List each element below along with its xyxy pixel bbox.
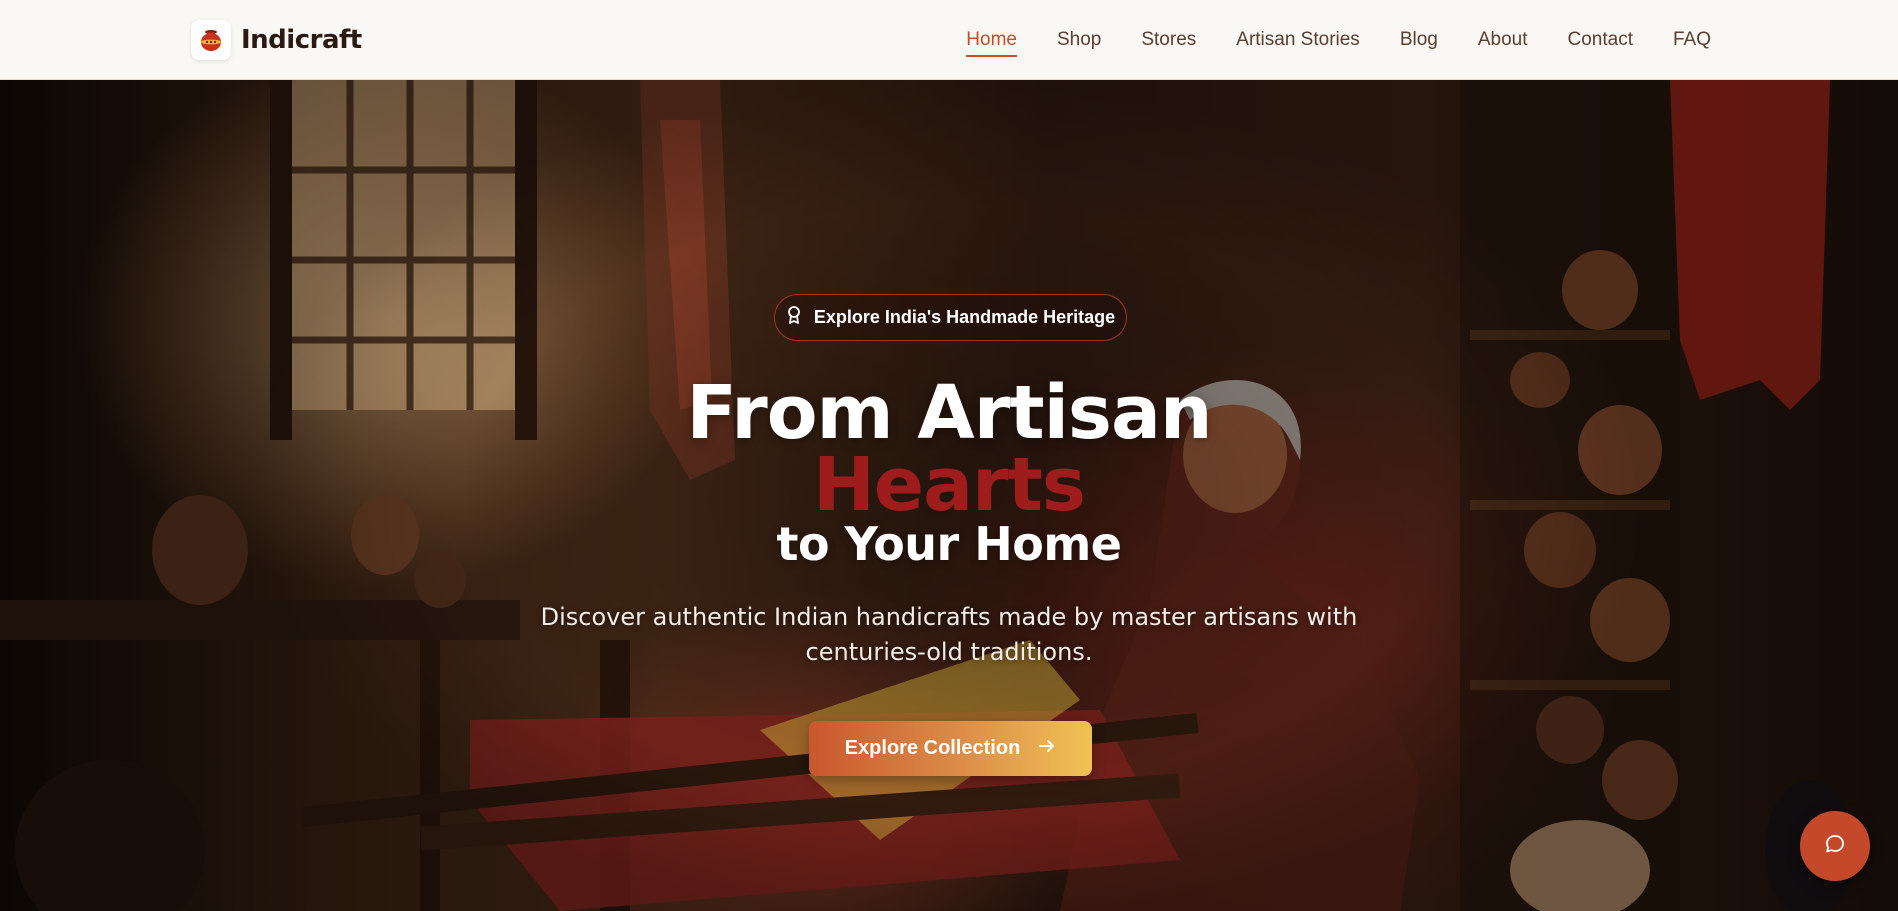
hero-headline-highlight: Hearts [813, 442, 1086, 528]
nav-home[interactable]: Home [966, 23, 1017, 57]
brand-name: Indicraft [241, 25, 362, 55]
hero-section: Explore India's Handmade Heritage From A… [0, 80, 1898, 911]
nav-faq[interactable]: FAQ [1673, 23, 1711, 57]
cta-label: Explore Collection [844, 737, 1021, 759]
heritage-badge: Explore India's Handmade Heritage [774, 294, 1127, 341]
hero-subtitle: Discover authentic Indian handicrafts ma… [540, 603, 1358, 666]
chat-bubble-icon [1824, 833, 1846, 860]
brand-logo[interactable]: Indicraft [191, 20, 362, 60]
chat-button[interactable] [1800, 811, 1870, 881]
nav-contact[interactable]: Contact [1568, 23, 1633, 57]
hero-headline-line3: to Your Home [776, 517, 1122, 571]
navbar: Indicraft Home Shop Stores Artisan Stori… [0, 0, 1898, 80]
explore-collection-button[interactable]: Explore Collection [809, 721, 1092, 776]
nav-stores[interactable]: Stores [1141, 23, 1196, 57]
nav-about[interactable]: About [1478, 23, 1528, 57]
clay-pot-logo-icon [191, 20, 231, 60]
nav-blog[interactable]: Blog [1400, 23, 1438, 57]
main-nav: Home Shop Stores Artisan Stories Blog Ab… [966, 0, 1711, 80]
badge-label: Explore India's Handmade Heritage [813, 307, 1116, 327]
nav-artisan-stories[interactable]: Artisan Stories [1236, 23, 1360, 57]
award-ribbon-icon [786, 305, 802, 330]
arrow-right-icon [1038, 737, 1056, 760]
nav-shop[interactable]: Shop [1057, 23, 1101, 57]
